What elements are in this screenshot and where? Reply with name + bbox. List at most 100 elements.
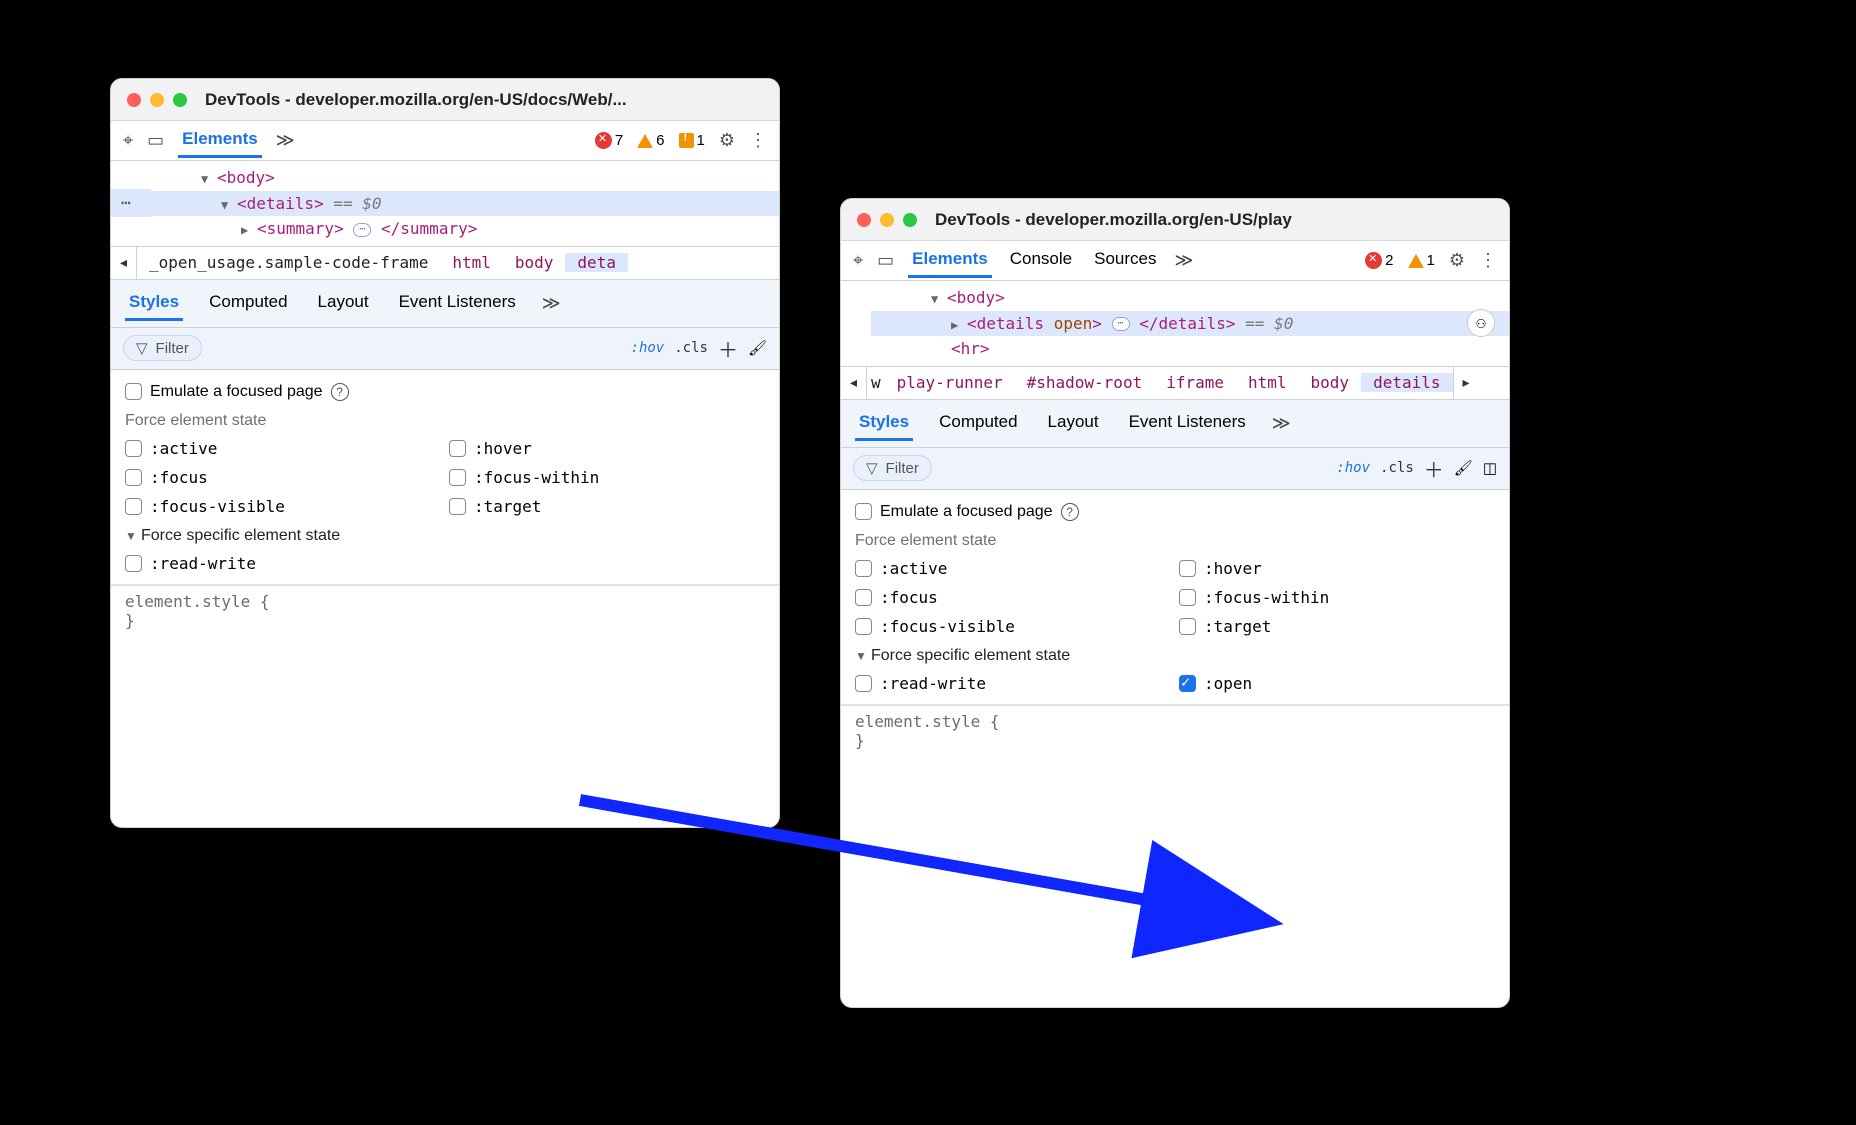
warnings-badge[interactable]: 1 <box>1408 252 1435 269</box>
crumb-iframe[interactable]: iframe <box>1154 373 1236 392</box>
kebab-menu-icon[interactable]: ⋮ <box>1479 250 1497 271</box>
focus-within-checkbox[interactable] <box>449 469 466 486</box>
tab-console[interactable]: Console <box>1006 243 1076 278</box>
crumb-html[interactable]: html <box>1236 373 1299 392</box>
more-tabs-icon[interactable]: ≫ <box>1272 413 1291 434</box>
hov-button[interactable]: :hov <box>1336 460 1370 476</box>
inspect-icon[interactable]: ⌖ <box>123 130 133 151</box>
traffic-lights[interactable] <box>127 93 187 107</box>
active-checkbox[interactable] <box>855 560 872 577</box>
more-tabs-icon[interactable]: ≫ <box>276 130 295 151</box>
accessibility-icon[interactable]: ⚇ <box>1467 309 1495 337</box>
crumb-body[interactable]: body <box>1299 373 1362 392</box>
crumb-prev-icon[interactable]: ◂ <box>111 247 137 279</box>
collapsed-icon[interactable]: ⋯ <box>353 223 371 237</box>
styles-tabs: Styles Computed Layout Event Listeners ≫ <box>111 280 779 328</box>
tab-event-listeners[interactable]: Event Listeners <box>395 286 520 321</box>
kebab-menu-icon[interactable]: ⋮ <box>749 130 767 151</box>
element-style-panel[interactable]: element.style { } <box>111 585 779 636</box>
tab-event-listeners[interactable]: Event Listeners <box>1125 406 1250 441</box>
tab-layout[interactable]: Layout <box>314 286 373 321</box>
computed-panel-icon[interactable]: ◫ <box>1483 459 1497 477</box>
device-toggle-icon[interactable]: ▭ <box>147 130 164 151</box>
warnings-badge[interactable]: 6 <box>637 132 664 149</box>
read-write-checkbox[interactable] <box>125 555 142 572</box>
read-write-checkbox[interactable] <box>855 675 872 692</box>
crumb-frame[interactable]: _open_usage.sample-code-frame <box>137 253 440 272</box>
force-element-state-heading: Force element state <box>125 412 765 430</box>
crumb-details[interactable]: deta <box>565 253 628 272</box>
cls-button[interactable]: .cls <box>1380 460 1414 476</box>
device-toggle-icon[interactable]: ▭ <box>877 250 894 271</box>
filter-input[interactable]: ▽ Filter <box>123 335 202 361</box>
more-tabs-icon[interactable]: ≫ <box>1175 250 1194 271</box>
tab-layout[interactable]: Layout <box>1044 406 1103 441</box>
crumb-shadow-root[interactable]: #shadow-root <box>1015 373 1155 392</box>
styles-tabs: Styles Computed Layout Event Listeners ≫ <box>841 400 1509 448</box>
active-checkbox[interactable] <box>125 440 142 457</box>
messages-badge[interactable]: 1 <box>679 132 705 149</box>
maximize-icon[interactable] <box>173 93 187 107</box>
tab-computed[interactable]: Computed <box>935 406 1021 441</box>
errors-badge[interactable]: 7 <box>595 132 623 149</box>
close-icon[interactable] <box>127 93 141 107</box>
tab-elements[interactable]: Elements <box>178 123 262 158</box>
traffic-lights[interactable] <box>857 213 917 227</box>
render-icon[interactable]: 🖌 <box>1454 459 1473 477</box>
help-icon[interactable]: ? <box>331 383 349 401</box>
crumb-next-icon[interactable]: ▸ <box>1453 367 1479 399</box>
focus-visible-checkbox[interactable] <box>855 618 872 635</box>
tab-elements[interactable]: Elements <box>908 243 992 278</box>
close-icon[interactable] <box>857 213 871 227</box>
new-rule-icon[interactable]: ＋ <box>718 334 738 363</box>
target-checkbox[interactable] <box>449 498 466 515</box>
crumb-details[interactable]: details <box>1361 373 1452 392</box>
ellipsis-gutter: ⋯ <box>111 189 151 217</box>
cls-button[interactable]: .cls <box>674 340 708 356</box>
dom-tree[interactable]: ▼<body> ▶<details open> ⋯ </details> == … <box>841 281 1509 366</box>
tab-sources[interactable]: Sources <box>1090 243 1160 278</box>
tab-styles[interactable]: Styles <box>855 406 913 441</box>
emulate-focus-checkbox[interactable] <box>125 383 142 400</box>
breadcrumb[interactable]: ◂ _open_usage.sample-code-frame html bod… <box>111 246 779 280</box>
settings-icon[interactable]: ⚙ <box>1449 250 1465 271</box>
tab-styles[interactable]: Styles <box>125 286 183 321</box>
emulate-focus-label: Emulate a focused page <box>150 383 323 401</box>
focus-checkbox[interactable] <box>855 589 872 606</box>
dom-tree[interactable]: ▼<body> ⋯ ▼<details> == $0 ▶<summary> ⋯ … <box>111 161 779 246</box>
open-checkbox[interactable] <box>1179 675 1196 692</box>
force-specific-state-heading[interactable]: ▼Force specific element state <box>125 527 765 545</box>
focus-visible-checkbox[interactable] <box>125 498 142 515</box>
force-specific-state-heading[interactable]: ▼Force specific element state <box>855 647 1495 665</box>
crumb-cut[interactable]: w <box>867 373 885 392</box>
window-title: DevTools - developer.mozilla.org/en-US/d… <box>205 90 627 110</box>
breadcrumb[interactable]: ◂ w play-runner #shadow-root iframe html… <box>841 366 1509 400</box>
more-tabs-icon[interactable]: ≫ <box>542 293 561 314</box>
tab-computed[interactable]: Computed <box>205 286 291 321</box>
crumb-prev-icon[interactable]: ◂ <box>841 367 867 399</box>
minimize-icon[interactable] <box>880 213 894 227</box>
help-icon[interactable]: ? <box>1061 503 1079 521</box>
emulate-focus-checkbox[interactable] <box>855 503 872 520</box>
settings-icon[interactable]: ⚙ <box>719 130 735 151</box>
crumb-html[interactable]: html <box>440 253 503 272</box>
element-style-panel[interactable]: element.style { } <box>841 705 1509 756</box>
hov-button[interactable]: :hov <box>631 340 665 356</box>
target-checkbox[interactable] <box>1179 618 1196 635</box>
minimize-icon[interactable] <box>150 93 164 107</box>
hover-checkbox[interactable] <box>1179 560 1196 577</box>
focus-checkbox[interactable] <box>125 469 142 486</box>
inspect-icon[interactable]: ⌖ <box>853 250 863 271</box>
titlebar[interactable]: DevTools - developer.mozilla.org/en-US/d… <box>111 79 779 121</box>
crumb-body[interactable]: body <box>503 253 566 272</box>
errors-badge[interactable]: 2 <box>1365 252 1393 269</box>
crumb-play-runner[interactable]: play-runner <box>885 373 1015 392</box>
collapsed-icon[interactable]: ⋯ <box>1112 317 1130 331</box>
focus-within-checkbox[interactable] <box>1179 589 1196 606</box>
maximize-icon[interactable] <box>903 213 917 227</box>
hover-checkbox[interactable] <box>449 440 466 457</box>
filter-input[interactable]: ▽ Filter <box>853 455 932 481</box>
render-icon[interactable]: 🖌 <box>748 339 767 357</box>
new-rule-icon[interactable]: ＋ <box>1424 454 1444 483</box>
titlebar[interactable]: DevTools - developer.mozilla.org/en-US/p… <box>841 199 1509 241</box>
